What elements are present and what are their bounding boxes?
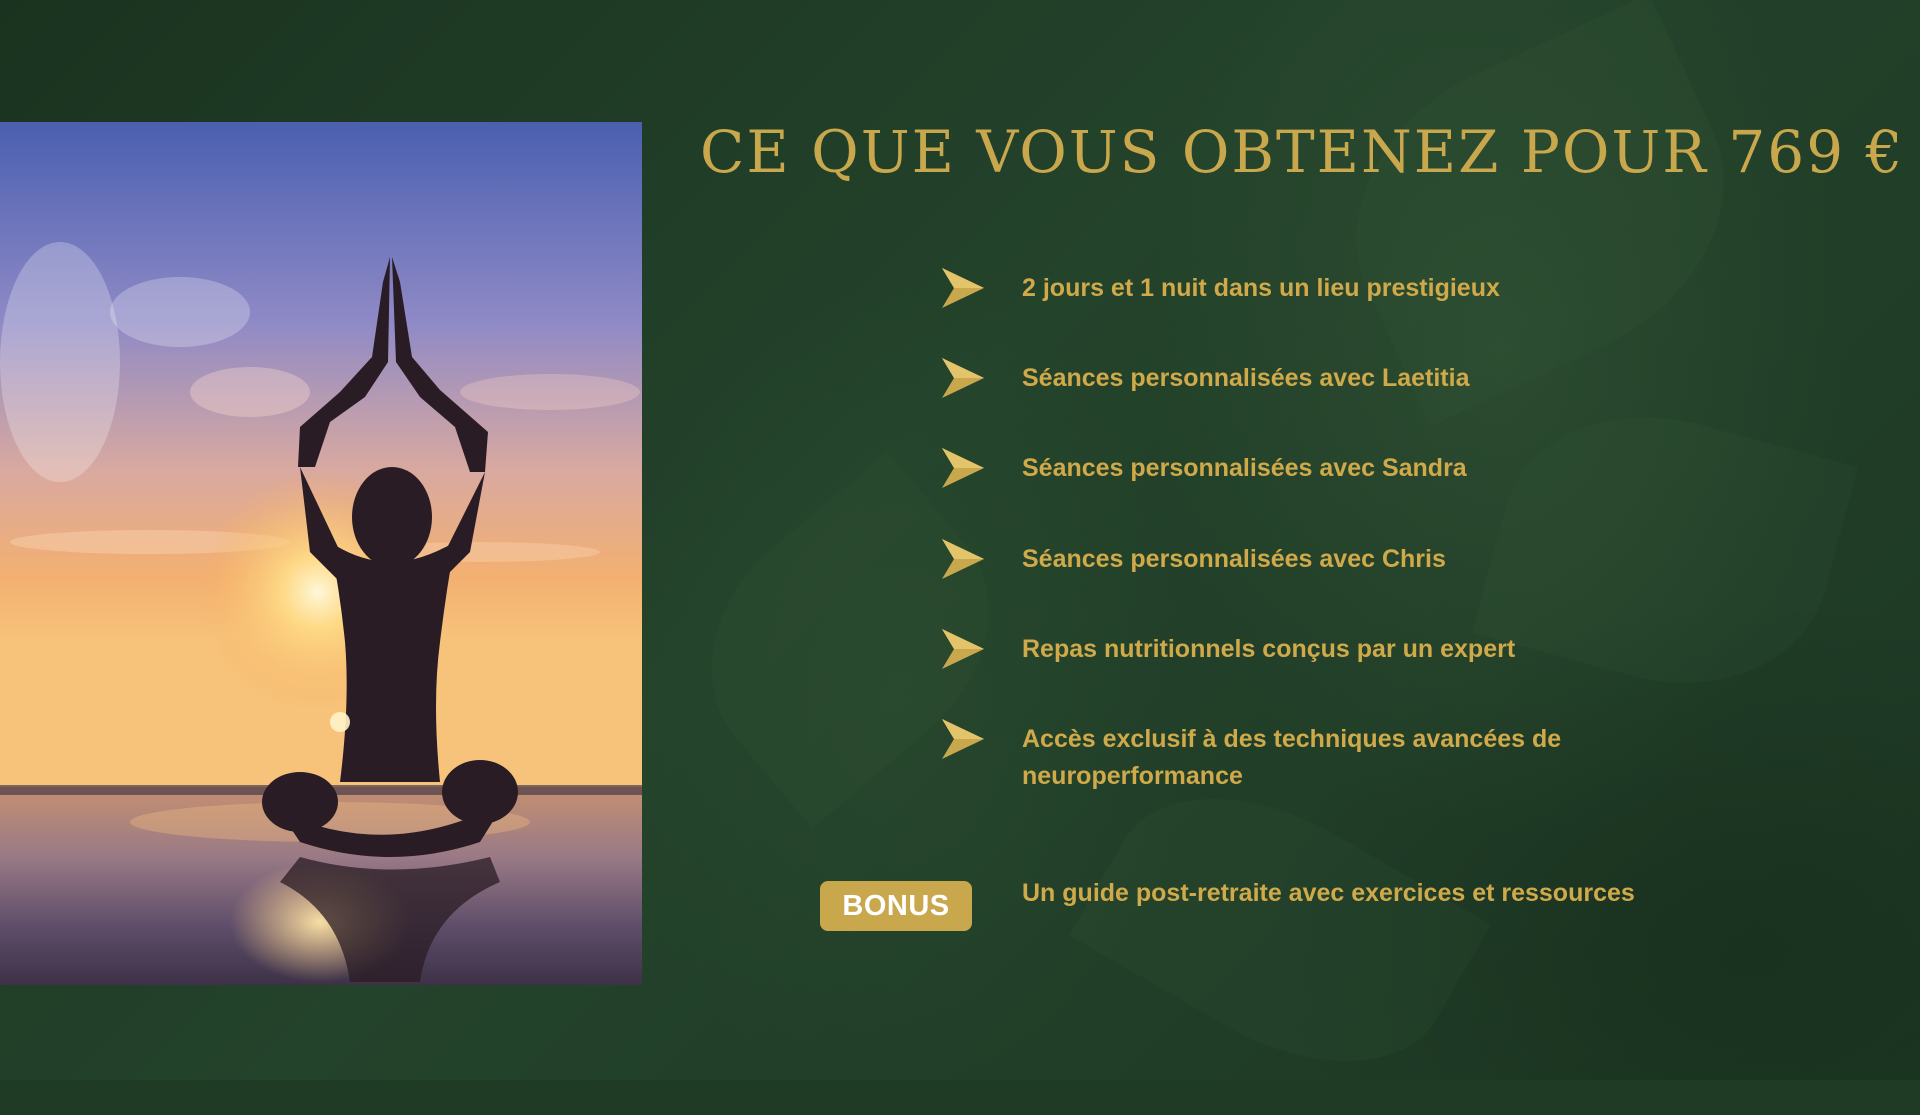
benefit-item: Séances personnalisées avec Laetitia	[940, 358, 1642, 400]
benefit-item: 2 jours et 1 nuit dans un lieu prestigie…	[940, 268, 1642, 310]
gold-arrow-icon	[942, 448, 984, 488]
benefit-text: 2 jours et 1 nuit dans un lieu prestigie…	[1022, 274, 1500, 302]
bonus-item: BONUS Un guide post-retraite avec exerci…	[820, 875, 1642, 931]
bonus-text: Un guide post-retraite avec exercices et…	[1022, 879, 1635, 907]
gold-arrow-icon	[942, 358, 984, 398]
benefit-text: Séances personnalisées avec Chris	[1022, 545, 1446, 573]
benefit-text: Accès exclusif à des techniques avancées…	[1022, 725, 1562, 790]
gold-arrow-icon	[942, 629, 984, 669]
page-title: CE QUE VOUS OBTENEZ POUR 769 €	[700, 118, 1905, 186]
benefit-item: Repas nutritionnels conçus par un expert	[940, 629, 1642, 671]
yoga-sunset-photo	[0, 122, 642, 985]
benefit-item: Séances personnalisées avec Sandra	[940, 448, 1642, 490]
gold-arrow-icon	[942, 268, 984, 308]
yoga-silhouette-illustration	[0, 122, 642, 985]
bonus-badge: BONUS	[820, 881, 972, 931]
benefit-text: Séances personnalisées avec Laetitia	[1022, 364, 1470, 392]
benefit-item: Accès exclusif à des techniques avancées…	[940, 719, 1642, 795]
benefit-text: Repas nutritionnels conçus par un expert	[1022, 635, 1516, 663]
gold-arrow-icon	[942, 719, 984, 759]
benefit-text: Séances personnalisées avec Sandra	[1022, 454, 1467, 482]
benefit-item: Séances personnalisées avec Chris	[940, 539, 1642, 581]
gold-arrow-icon	[942, 539, 984, 579]
